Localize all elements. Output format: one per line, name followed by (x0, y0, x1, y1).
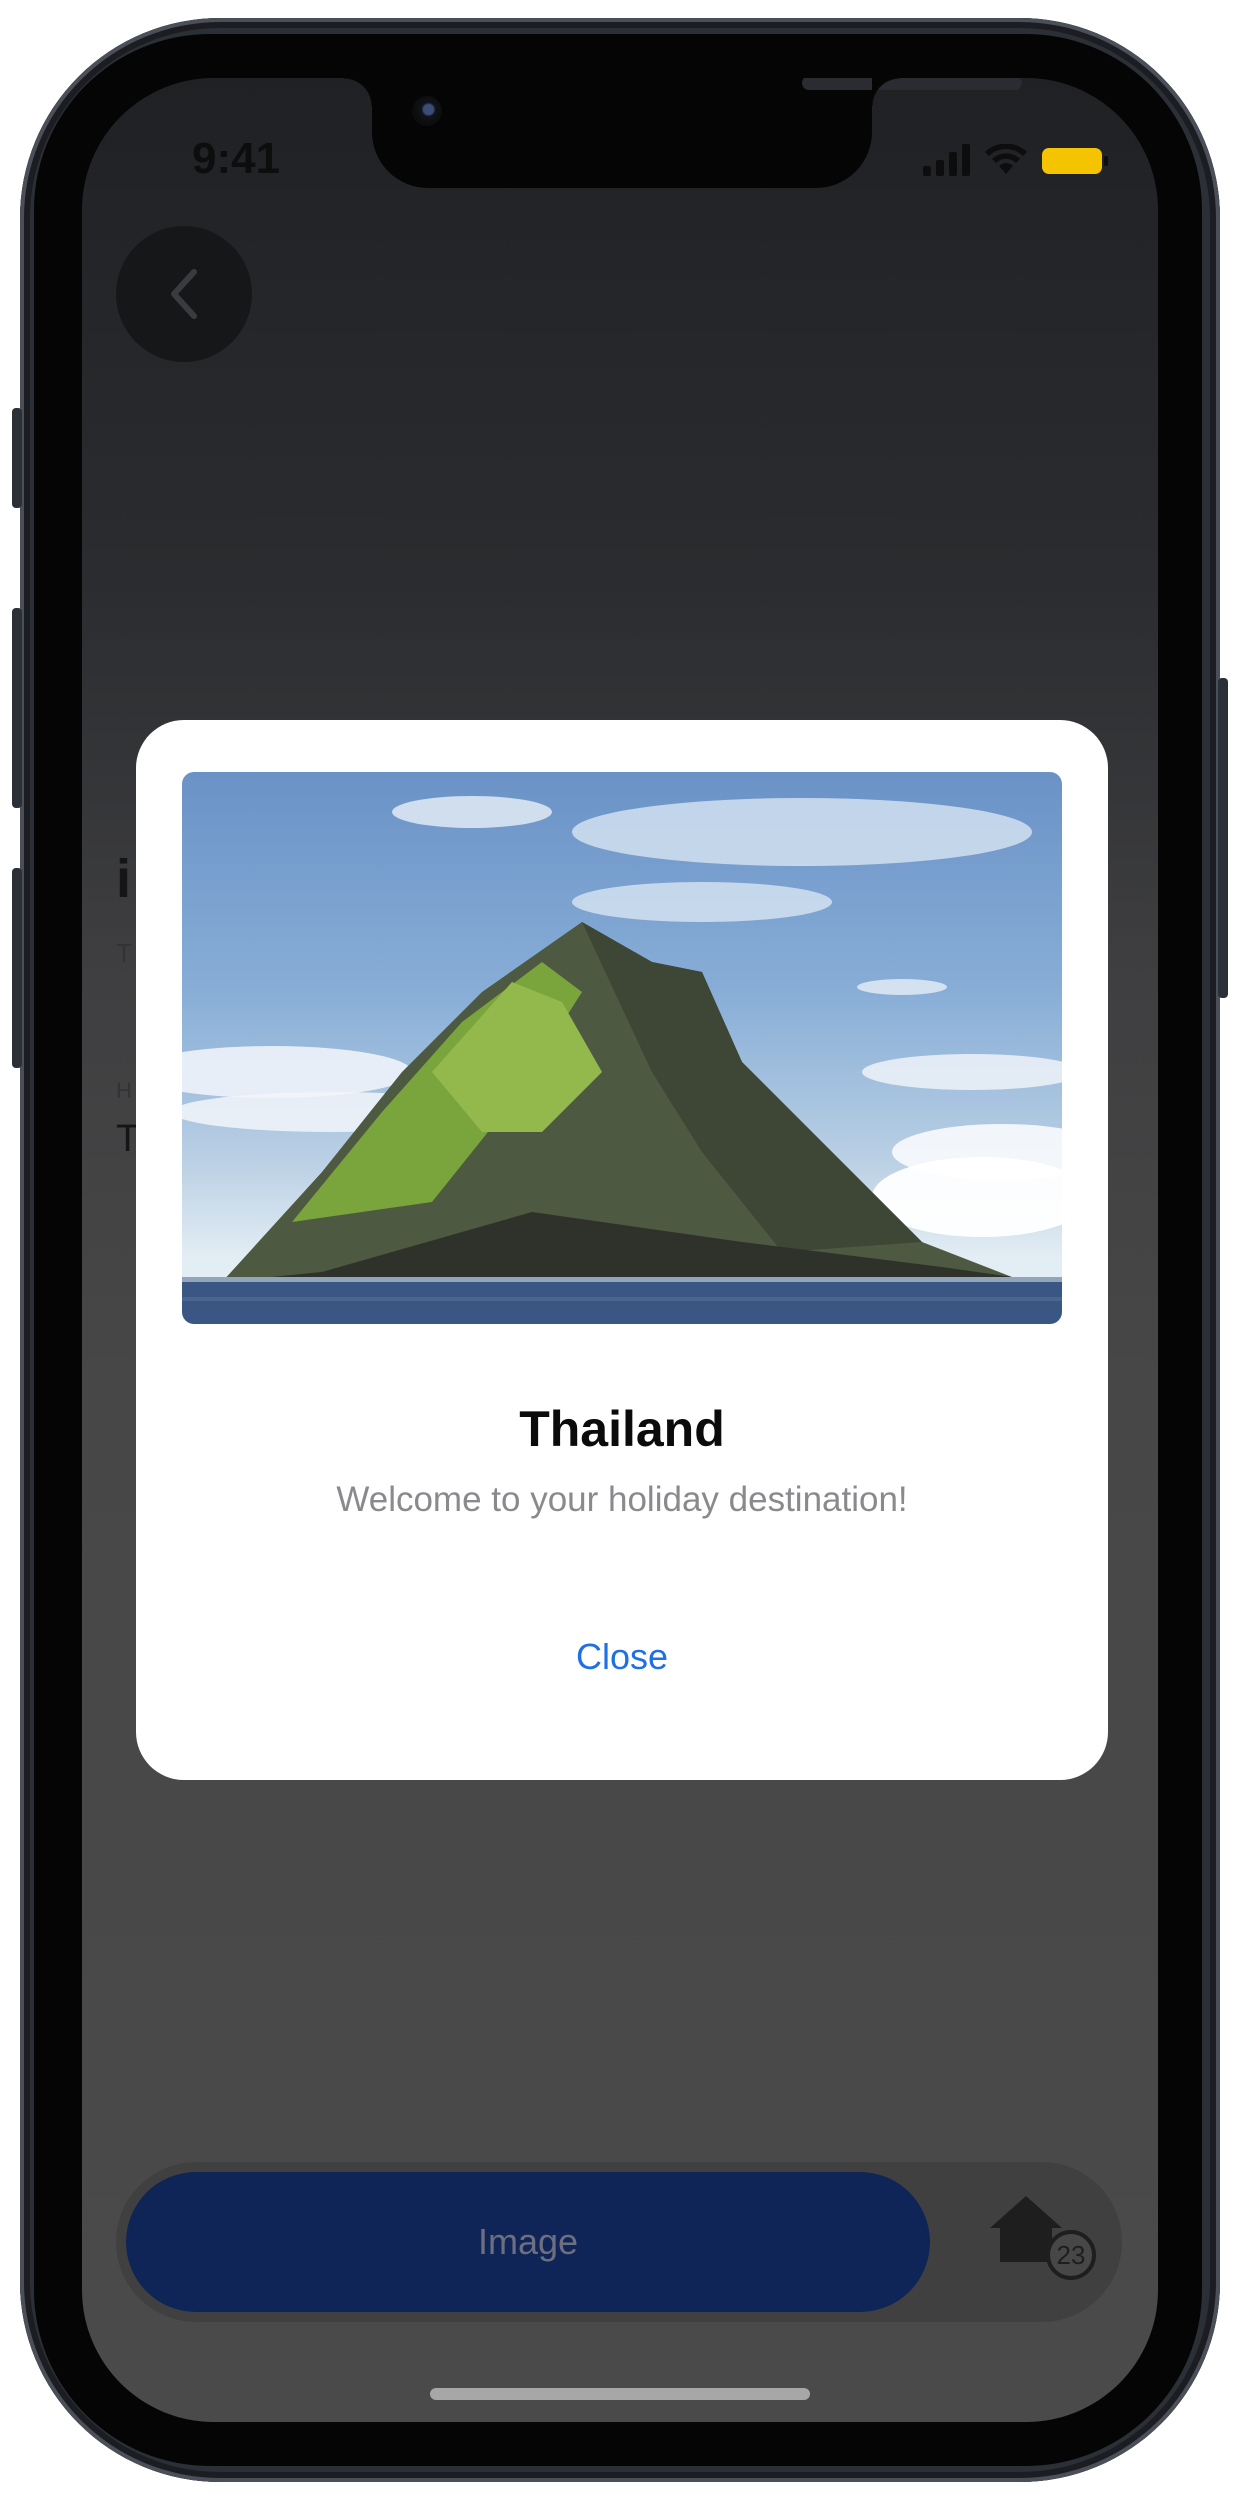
earpiece-speaker (802, 78, 1022, 90)
chevron-left-icon (171, 269, 197, 319)
battery-icon (1042, 148, 1108, 174)
back-button[interactable] (116, 226, 252, 362)
cellular-signal-icon (923, 144, 970, 176)
home-button[interactable]: 23 (986, 2192, 1096, 2292)
volume-up-button (12, 608, 22, 808)
background-label: H (116, 1078, 132, 1103)
status-icons (923, 144, 1108, 176)
home-indicator[interactable] (430, 2388, 810, 2400)
destination-image (182, 772, 1062, 1324)
modal-title: Thailand (519, 1401, 725, 1457)
close-button[interactable]: Close (522, 1622, 722, 1692)
wifi-icon (985, 144, 1027, 174)
image-button[interactable]: Image (126, 2172, 930, 2312)
power-button (1218, 678, 1228, 998)
phone-screen: 9:41 i T H T Thailand Welcome to your ho… (82, 78, 1158, 2422)
volume-down-button (12, 868, 22, 1068)
island-illustration (182, 796, 1062, 1324)
background-title: i (116, 849, 132, 909)
background-subtitle: T (116, 938, 132, 968)
bottom-bar: Image 23 (116, 2162, 1122, 2322)
front-camera (412, 96, 442, 126)
status-time: 9:41 (192, 134, 281, 183)
action-button (12, 408, 22, 508)
notification-badge: 23 (1046, 2230, 1096, 2280)
destination-modal: Thailand Welcome to your holiday destina… (136, 720, 1108, 1780)
modal-subtitle: Welcome to your holiday destination! (336, 1480, 908, 1519)
dynamic-notch (344, 78, 1022, 188)
